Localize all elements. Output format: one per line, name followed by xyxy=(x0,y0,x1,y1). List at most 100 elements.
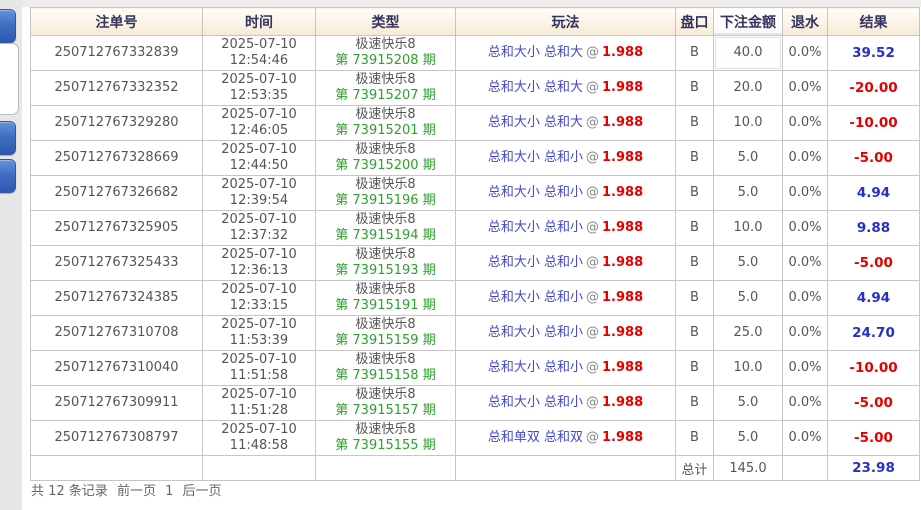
game-type: 极速快乐8 第 73915196 期 xyxy=(316,176,456,211)
column-header-amount: 下注金额 xyxy=(714,8,783,36)
bet-time: 2025-07-10 11:48:58 xyxy=(203,421,316,456)
game-name: 极速快乐8 xyxy=(318,177,453,193)
bet-amount: 5.0 xyxy=(714,176,783,211)
play-cell: 总和大小 总和小@1.988 xyxy=(456,141,676,176)
at-separator: @ xyxy=(583,325,602,340)
period-link[interactable]: 第 73915155 期 xyxy=(318,438,453,454)
bet-result: -5.00 xyxy=(828,141,920,176)
sidebar-button-2[interactable] xyxy=(0,121,16,155)
order-number: 250712767326682 xyxy=(31,176,203,211)
bet-time: 2025-07-10 12:54:46 xyxy=(203,36,316,71)
bet-time-line: 11:51:58 xyxy=(205,368,313,384)
bet-time: 2025-07-10 12:44:50 xyxy=(203,141,316,176)
bet-time: 2025-07-10 11:51:28 xyxy=(203,386,316,421)
market-type: B xyxy=(676,421,714,456)
period-link[interactable]: 第 73915191 期 xyxy=(318,298,453,314)
market-type: B xyxy=(676,36,714,71)
records-count: 共 12 条记录 xyxy=(31,484,108,499)
bet-result: 39.52 xyxy=(828,36,920,71)
bet-records-table: 注单号 时间 类型 玩法 盘口 下注金额 退水 结果 2507127673328… xyxy=(30,7,920,481)
bet-time: 2025-07-10 12:46:05 xyxy=(203,106,316,141)
bet-time-line: 12:37:32 xyxy=(205,228,313,244)
play-name: 总和单双 总和双 xyxy=(488,430,583,445)
period-link[interactable]: 第 73915208 期 xyxy=(318,53,453,69)
odds-value: 1.988 xyxy=(602,185,643,200)
rebate-percent: 0.0% xyxy=(783,36,828,71)
order-number: 250712767329280 xyxy=(31,106,203,141)
prev-page-link[interactable]: 前一页 xyxy=(117,484,156,499)
total-amount: 145.0 xyxy=(714,456,783,481)
odds-value: 1.988 xyxy=(602,115,643,130)
period-link[interactable]: 第 73915194 期 xyxy=(318,228,453,244)
odds-value: 1.988 xyxy=(602,220,643,235)
odds-value: 1.988 xyxy=(602,325,643,340)
period-link[interactable]: 第 73915157 期 xyxy=(318,403,453,419)
rebate-percent: 0.0% xyxy=(783,176,828,211)
column-header-play: 玩法 xyxy=(456,8,676,36)
total-empty-cell xyxy=(456,456,676,481)
bet-amount: 5.0 xyxy=(714,141,783,176)
total-row: 总计 145.0 23.98 xyxy=(31,456,920,481)
bet-result: 9.88 xyxy=(828,211,920,246)
game-type: 极速快乐8 第 73915201 期 xyxy=(316,106,456,141)
bet-amount: 20.0 xyxy=(714,71,783,106)
game-type: 极速快乐8 第 73915193 期 xyxy=(316,246,456,281)
play-cell: 总和大小 总和小@1.988 xyxy=(456,211,676,246)
rebate-percent: 0.0% xyxy=(783,211,828,246)
bet-time: 2025-07-10 12:53:35 xyxy=(203,71,316,106)
play-cell: 总和大小 总和大@1.988 xyxy=(456,36,676,71)
total-empty-cell xyxy=(783,456,828,481)
order-number: 250712767310708 xyxy=(31,316,203,351)
play-cell: 总和大小 总和小@1.988 xyxy=(456,351,676,386)
next-page-link[interactable]: 后一页 xyxy=(183,484,222,499)
pagination-bar: 共 12 条记录 前一页 1 后一页 xyxy=(31,484,227,500)
play-name: 总和大小 总和大 xyxy=(488,45,583,60)
bet-amount: 5.0 xyxy=(714,281,783,316)
bet-date-line: 2025-07-10 xyxy=(205,72,313,88)
period-link[interactable]: 第 73915200 期 xyxy=(318,158,453,174)
bet-time-line: 12:39:54 xyxy=(205,193,313,209)
column-header-rebate: 退水 xyxy=(783,8,828,36)
period-link[interactable]: 第 73915207 期 xyxy=(318,88,453,104)
bet-result: -5.00 xyxy=(828,246,920,281)
rebate-percent: 0.0% xyxy=(783,316,828,351)
bet-result: -10.00 xyxy=(828,351,920,386)
order-number: 250712767309911 xyxy=(31,386,203,421)
rebate-percent: 0.0% xyxy=(783,246,828,281)
odds-value: 1.988 xyxy=(602,360,643,375)
period-link[interactable]: 第 73915196 期 xyxy=(318,193,453,209)
at-separator: @ xyxy=(583,360,602,375)
game-name: 极速快乐8 xyxy=(318,247,453,263)
bet-result: 4.94 xyxy=(828,176,920,211)
table-row: 250712767332839 2025-07-10 12:54:46 极速快乐… xyxy=(31,36,920,71)
odds-value: 1.988 xyxy=(602,255,643,270)
total-result: 23.98 xyxy=(828,456,920,481)
at-separator: @ xyxy=(583,395,602,410)
at-separator: @ xyxy=(583,115,602,130)
sidebar-panel xyxy=(0,43,19,115)
bet-amount: 10.0 xyxy=(714,351,783,386)
sidebar-button-3[interactable] xyxy=(0,159,16,193)
page-number-1[interactable]: 1 xyxy=(165,484,173,499)
bet-date-line: 2025-07-10 xyxy=(205,212,313,228)
bet-time-line: 12:44:50 xyxy=(205,158,313,174)
bet-time-line: 12:54:46 xyxy=(205,53,313,69)
bet-result: 24.70 xyxy=(828,316,920,351)
period-link[interactable]: 第 73915193 期 xyxy=(318,263,453,279)
rebate-percent: 0.0% xyxy=(783,281,828,316)
period-link[interactable]: 第 73915201 期 xyxy=(318,123,453,139)
bet-table-body: 250712767332839 2025-07-10 12:54:46 极速快乐… xyxy=(31,36,920,456)
rebate-percent: 0.0% xyxy=(783,421,828,456)
period-link[interactable]: 第 73915158 期 xyxy=(318,368,453,384)
bet-time-line: 12:53:35 xyxy=(205,88,313,104)
bet-time-line: 12:33:15 xyxy=(205,298,313,314)
game-name: 极速快乐8 xyxy=(318,422,453,438)
play-cell: 总和大小 总和小@1.988 xyxy=(456,316,676,351)
column-header-type: 类型 xyxy=(316,8,456,36)
table-row: 250712767329280 2025-07-10 12:46:05 极速快乐… xyxy=(31,106,920,141)
play-name: 总和大小 总和小 xyxy=(488,185,583,200)
game-type: 极速快乐8 第 73915208 期 xyxy=(316,36,456,71)
period-link[interactable]: 第 73915159 期 xyxy=(318,333,453,349)
sidebar-button-1[interactable] xyxy=(0,9,16,43)
at-separator: @ xyxy=(583,45,602,60)
